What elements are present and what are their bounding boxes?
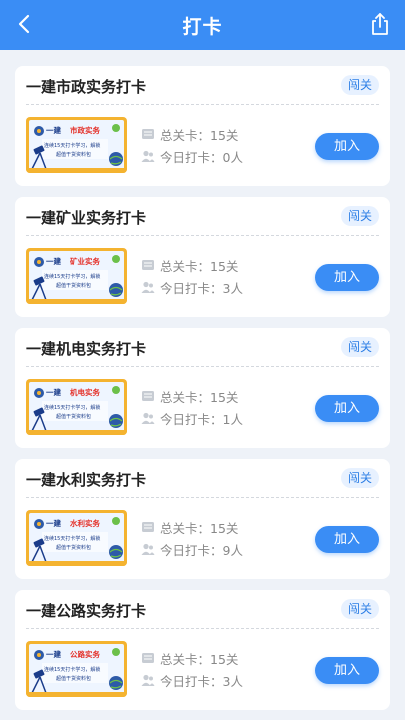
- levels-icon: [142, 260, 154, 270]
- svg-text:一建: 一建: [46, 649, 61, 659]
- svg-text:超值干货资料包: 超值干货资料包: [56, 413, 91, 420]
- users-icon: [141, 674, 155, 686]
- svg-text:连续15天打卡学习，解锁: 连续15天打卡学习，解锁: [44, 142, 100, 149]
- total-levels-value: 15关: [210, 127, 239, 143]
- card-info: 总关卡： 15关 今日打卡： 3人: [141, 648, 243, 692]
- svg-text:一建: 一建: [46, 518, 61, 528]
- total-levels-value: 15关: [210, 520, 239, 536]
- join-button[interactable]: 加入: [315, 657, 379, 684]
- svg-text:一建: 一建: [46, 256, 61, 266]
- join-button[interactable]: 加入: [315, 526, 379, 553]
- checkin-card[interactable]: 一建水利实务打卡 闯关 一建 水利实务 连续15天打卡学习，解锁 超值干货资料包: [15, 459, 390, 579]
- total-levels-row: 总关卡： 15关: [141, 386, 243, 406]
- course-banner-image: 一建 机电实务 连续15天打卡学习，解锁 超值干货资料包: [26, 379, 127, 435]
- today-checkin-row: 今日打卡： 1人: [141, 408, 243, 428]
- top-bar: 打卡: [0, 0, 405, 50]
- card-title: 一建矿业实务打卡: [26, 209, 147, 227]
- total-levels-row: 总关卡： 15关: [141, 648, 243, 668]
- total-levels-row: 总关卡： 15关: [141, 124, 243, 144]
- svg-text:市政实务: 市政实务: [70, 125, 100, 135]
- total-levels-label: 总关卡：: [160, 389, 211, 405]
- svg-text:一建: 一建: [46, 125, 61, 135]
- challenge-tag[interactable]: 闯关: [341, 337, 379, 357]
- users-icon: [141, 150, 155, 162]
- svg-text:矿业实务: 矿业实务: [70, 256, 100, 266]
- checkin-card[interactable]: 一建机电实务打卡 闯关 一建 机电实务 连续15天打卡学习，解锁 超值干货资料包: [15, 328, 390, 448]
- svg-text:连续15天打卡学习，解锁: 连续15天打卡学习，解锁: [44, 666, 100, 673]
- svg-text:水利实务: 水利实务: [70, 518, 100, 528]
- join-button[interactable]: 加入: [315, 395, 379, 422]
- course-banner-image: 一建 公路实务 连续15天打卡学习，解锁 超值干货资料包: [26, 641, 127, 697]
- total-levels-value: 15关: [210, 389, 239, 405]
- today-checkin-label: 今日打卡：: [160, 673, 223, 689]
- today-checkin-value: 3人: [222, 280, 243, 296]
- card-info: 总关卡： 15关 今日打卡： 0人: [141, 124, 243, 168]
- today-checkin-label: 今日打卡：: [160, 542, 223, 558]
- today-checkin-row: 今日打卡： 0人: [141, 146, 243, 166]
- challenge-tag[interactable]: 闯关: [341, 599, 379, 619]
- total-levels-label: 总关卡：: [160, 258, 211, 274]
- today-checkin-row: 今日打卡： 3人: [141, 277, 243, 297]
- divider: [26, 235, 379, 236]
- card-title: 一建水利实务打卡: [26, 471, 147, 489]
- total-levels-value: 15关: [210, 651, 239, 667]
- checkin-card[interactable]: 一建市政实务打卡 闯关 一建 市政实务 连续15天打卡学习，解锁 超值干货资料包: [15, 66, 390, 186]
- levels-icon: [142, 653, 154, 663]
- today-checkin-value: 9人: [222, 542, 243, 558]
- checkin-card[interactable]: 一建公路实务打卡 闯关 一建 公路实务 连续15天打卡学习，解锁 超值干货资料包: [15, 590, 390, 710]
- users-icon: [141, 281, 155, 293]
- divider: [26, 628, 379, 629]
- divider: [26, 497, 379, 498]
- today-checkin-row: 今日打卡： 3人: [141, 670, 243, 690]
- svg-text:超值干货资料包: 超值干货资料包: [56, 675, 91, 682]
- card-info: 总关卡： 15关 今日打卡： 3人: [141, 255, 243, 299]
- challenge-tag[interactable]: 闯关: [341, 206, 379, 226]
- today-checkin-row: 今日打卡： 9人: [141, 539, 243, 559]
- divider: [26, 366, 379, 367]
- svg-text:公路实务: 公路实务: [70, 649, 100, 659]
- checkin-card[interactable]: 一建矿业实务打卡 闯关 一建 矿业实务 连续15天打卡学习，解锁 超值干货资料包: [15, 197, 390, 317]
- join-button[interactable]: 加入: [315, 133, 379, 160]
- svg-text:机电实务: 机电实务: [70, 387, 100, 397]
- today-checkin-value: 1人: [222, 411, 243, 427]
- total-levels-value: 15关: [210, 258, 239, 274]
- divider: [26, 104, 379, 105]
- svg-text:超值干货资料包: 超值干货资料包: [56, 282, 91, 289]
- join-button[interactable]: 加入: [315, 264, 379, 291]
- total-levels-row: 总关卡： 15关: [141, 517, 243, 537]
- svg-text:连续15天打卡学习，解锁: 连续15天打卡学习，解锁: [44, 404, 100, 411]
- levels-icon: [142, 129, 154, 139]
- svg-text:一建: 一建: [46, 387, 61, 397]
- card-title: 一建市政实务打卡: [26, 78, 147, 96]
- course-banner-image: 一建 水利实务 连续15天打卡学习，解锁 超值干货资料包: [26, 510, 127, 566]
- total-levels-row: 总关卡： 15关: [141, 255, 243, 275]
- today-checkin-value: 3人: [222, 673, 243, 689]
- card-info: 总关卡： 15关 今日打卡： 1人: [141, 386, 243, 430]
- svg-text:连续15天打卡学习，解锁: 连续15天打卡学习，解锁: [44, 273, 100, 280]
- card-title: 一建机电实务打卡: [26, 340, 147, 358]
- svg-text:超值干货资料包: 超值干货资料包: [56, 544, 91, 551]
- course-banner-image: 一建 市政实务 连续15天打卡学习，解锁 超值干货资料包: [26, 117, 127, 173]
- svg-text:超值干货资料包: 超值干货资料包: [56, 151, 91, 158]
- users-icon: [141, 543, 155, 555]
- today-checkin-value: 0人: [222, 149, 243, 165]
- today-checkin-label: 今日打卡：: [160, 280, 223, 296]
- challenge-tag[interactable]: 闯关: [341, 75, 379, 95]
- levels-icon: [142, 391, 154, 401]
- total-levels-label: 总关卡：: [160, 127, 211, 143]
- challenge-tag[interactable]: 闯关: [341, 468, 379, 488]
- card-title: 一建公路实务打卡: [26, 602, 147, 620]
- card-info: 总关卡： 15关 今日打卡： 9人: [141, 517, 243, 561]
- total-levels-label: 总关卡：: [160, 520, 211, 536]
- today-checkin-label: 今日打卡：: [160, 411, 223, 427]
- today-checkin-label: 今日打卡：: [160, 149, 223, 165]
- course-banner-image: 一建 矿业实务 连续15天打卡学习，解锁 超值干货资料包: [26, 248, 127, 304]
- users-icon: [141, 412, 155, 424]
- svg-text:连续15天打卡学习，解锁: 连续15天打卡学习，解锁: [44, 535, 100, 542]
- levels-icon: [142, 522, 154, 532]
- total-levels-label: 总关卡：: [160, 651, 211, 667]
- page-title: 打卡: [182, 16, 223, 38]
- share-icon[interactable]: [367, 11, 393, 37]
